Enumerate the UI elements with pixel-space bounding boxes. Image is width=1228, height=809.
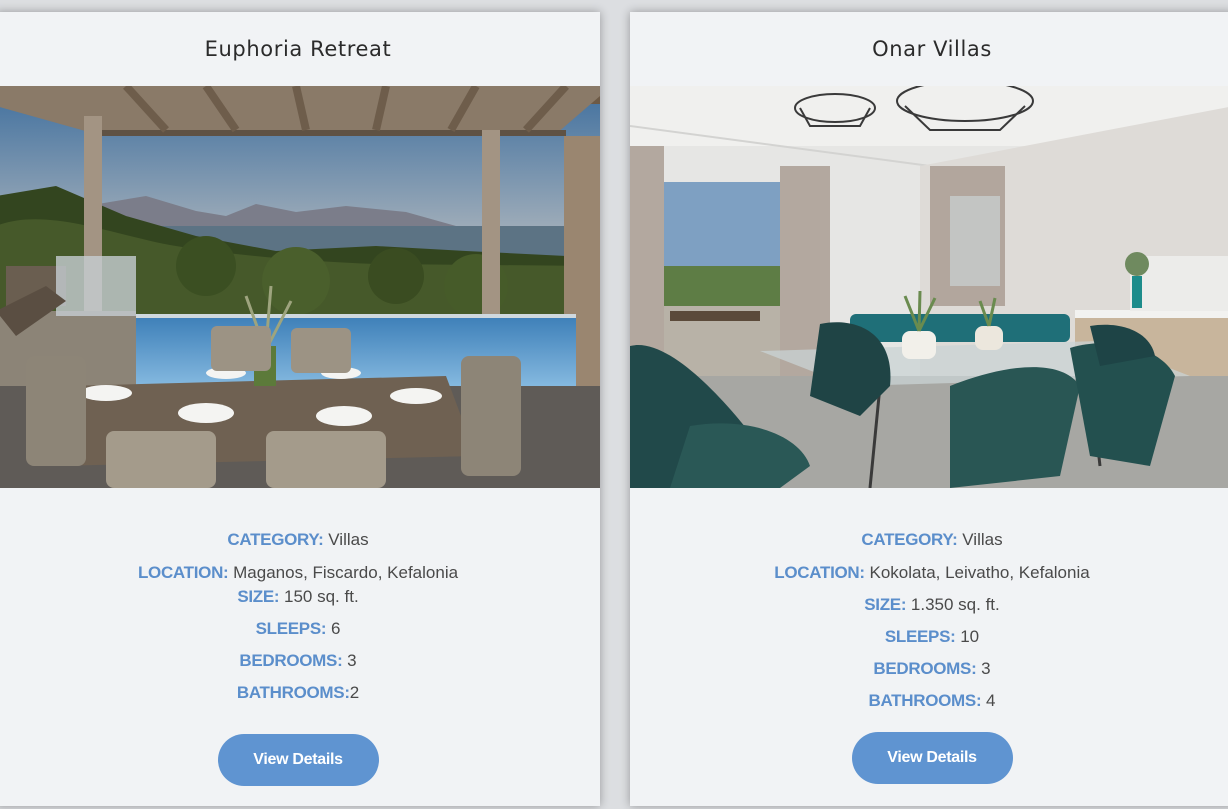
size-label: SIZE:: [864, 595, 907, 614]
bathrooms-value: 2: [349, 683, 360, 702]
location-label: LOCATION:: [137, 563, 229, 582]
bathrooms-value: 4: [981, 691, 996, 710]
bedrooms-label: BEDROOMS:: [239, 651, 343, 670]
location-value: Kokolata, Leivatho, Kefalonia: [864, 563, 1090, 582]
villa-details: CATEGORY: Villas LOCATION: Maganos, Fisc…: [0, 488, 600, 786]
villa-card-onar-villas: Onar Villas CATEGORY: Villas LOCATION: K…: [630, 12, 1228, 806]
category-row: CATEGORY: Villas: [0, 528, 600, 552]
sleeps-label: SLEEPS:: [884, 627, 956, 646]
view-details-button[interactable]: View Details: [217, 734, 379, 786]
card-title: Onar Villas: [872, 37, 992, 61]
category-value: Villas: [957, 530, 1003, 549]
category-label: CATEGORY:: [227, 530, 324, 549]
bedrooms-value: 3: [342, 651, 357, 670]
bedrooms-row: BEDROOMS: 3: [630, 657, 1228, 681]
category-row: CATEGORY: Villas: [630, 528, 1228, 552]
card-title: Euphoria Retreat: [204, 37, 392, 61]
villa-details: CATEGORY: Villas LOCATION: Kokolata, Lei…: [630, 488, 1228, 784]
view-details-button[interactable]: View Details: [851, 732, 1013, 784]
sleeps-label: SLEEPS:: [255, 619, 327, 638]
location-row: LOCATION: Kokolata, Leivatho, Kefalonia: [630, 561, 1228, 585]
size-value: 1.350 sq. ft.: [906, 595, 1000, 614]
bathrooms-row: BATHROOMS: 4: [630, 689, 1228, 713]
location-row: LOCATION: Maganos, Fiscardo, Kefalonia: [0, 561, 600, 585]
sleeps-row: SLEEPS: 6: [0, 617, 600, 641]
bathrooms-label: BATHROOMS:: [868, 691, 982, 710]
sleeps-value: 6: [326, 619, 341, 638]
location-label: LOCATION:: [774, 563, 865, 582]
sleeps-row: SLEEPS: 10: [630, 625, 1228, 649]
size-row: SIZE: 1.350 sq. ft.: [630, 593, 1228, 617]
category-label: CATEGORY:: [861, 530, 958, 549]
bathrooms-label: BATHROOMS:: [236, 683, 350, 702]
size-row: SIZE: 150 sq. ft.: [0, 585, 600, 609]
size-label: SIZE:: [237, 587, 280, 606]
bedrooms-label: BEDROOMS:: [873, 659, 977, 678]
bedrooms-row: BEDROOMS: 3: [0, 649, 600, 673]
sleeps-value: 10: [955, 627, 980, 646]
bathrooms-row: BATHROOMS:2: [0, 681, 600, 705]
terrace-pool-image: [0, 86, 600, 488]
bedrooms-value: 3: [976, 659, 991, 678]
villa-card-euphoria-retreat: Euphoria Retreat CATEGORY: Villas LOCATI…: [0, 12, 600, 806]
category-value: Villas: [323, 530, 369, 549]
size-value: 150 sq. ft.: [279, 587, 359, 606]
location-value: Maganos, Fiscardo, Kefalonia: [228, 563, 459, 582]
dining-room-image: [630, 86, 1228, 488]
villa-photo[interactable]: [0, 86, 600, 488]
villa-photo[interactable]: [630, 86, 1228, 488]
